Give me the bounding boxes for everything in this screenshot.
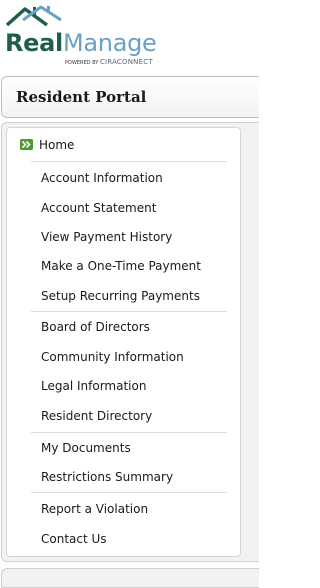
portal-header: Resident Portal bbox=[1, 76, 259, 118]
sidebar-item-setup-recurring-payments[interactable]: Setup Recurring Payments bbox=[41, 288, 200, 304]
sidebar-item-account-statement[interactable]: Account Statement bbox=[41, 200, 156, 216]
powered-by: POWERED BY CIRACONNECT bbox=[65, 58, 153, 66]
next-panel bbox=[1, 568, 259, 588]
menu-divider bbox=[31, 492, 227, 493]
sidebar-item-legal-information[interactable]: Legal Information bbox=[41, 378, 146, 394]
menu-divider bbox=[31, 311, 227, 312]
brand-logo[interactable]: RealManage POWERED BY CIRACONNECT bbox=[3, 3, 163, 69]
sidebar-item-my-documents[interactable]: My Documents bbox=[41, 440, 131, 456]
sidebar-item-home[interactable]: Home bbox=[39, 137, 74, 153]
menu-divider bbox=[31, 161, 227, 162]
sidebar-item-account-information[interactable]: Account Information bbox=[41, 170, 163, 186]
menu-divider bbox=[31, 432, 227, 433]
sidebar-item-view-payment-history[interactable]: View Payment History bbox=[41, 229, 172, 245]
sidebar-item-contact-us[interactable]: Contact Us bbox=[41, 531, 107, 547]
page-title: Resident Portal bbox=[16, 88, 147, 106]
sidebar-item-board-of-directors[interactable]: Board of Directors bbox=[41, 319, 150, 335]
sidebar-item-make-one-time-payment[interactable]: Make a One-Time Payment bbox=[41, 258, 201, 274]
sidebar-item-resident-directory[interactable]: Resident Directory bbox=[41, 408, 152, 424]
sidebar-item-community-information[interactable]: Community Information bbox=[41, 349, 184, 365]
sidebar-item-report-a-violation[interactable]: Report a Violation bbox=[41, 501, 148, 517]
powered-by-label: POWERED BY bbox=[65, 60, 99, 66]
sidebar-item-restrictions-summary[interactable]: Restrictions Summary bbox=[41, 469, 173, 485]
brand-manage: Manage bbox=[62, 29, 157, 57]
brand-real: Real bbox=[5, 29, 63, 57]
double-chevron-right-icon bbox=[20, 139, 33, 150]
cira-connect-label: CIRACONNECT bbox=[99, 58, 153, 66]
brand-wordmark: RealManage bbox=[5, 29, 157, 57]
